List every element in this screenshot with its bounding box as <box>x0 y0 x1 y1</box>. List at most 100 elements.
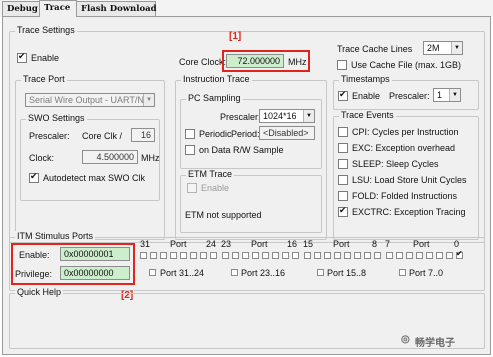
swo-clock-input[interactable]: 4.500000 <box>82 150 138 164</box>
itm-enable-bit-10[interactable] <box>354 252 361 259</box>
etm-enable-checkbox[interactable] <box>187 183 197 193</box>
event-label-exc: EXC: Exception overhead <box>352 143 456 153</box>
itm-enable-bit-27[interactable] <box>180 252 187 259</box>
itm-title: ITM Stimulus Ports <box>15 231 96 241</box>
itm-enable-bit-26[interactable] <box>190 252 197 259</box>
event-checkbox-exc[interactable] <box>338 143 348 153</box>
itm-enable-bit-0[interactable] <box>456 249 463 259</box>
trace-port-title: Trace Port <box>21 74 67 84</box>
event-checkbox-exctrc[interactable] <box>338 205 348 217</box>
itm-enable-bit-5[interactable] <box>406 252 413 259</box>
itm-enable-bit-9[interactable] <box>364 252 371 259</box>
autodetect-swo-checkbox[interactable] <box>29 171 39 183</box>
privilege-checkbox-15-8[interactable] <box>317 269 324 276</box>
timestamps-enable-checkbox[interactable] <box>338 89 348 101</box>
itm-enable-bit-22[interactable] <box>232 252 239 259</box>
privilege-checkbox-23-16[interactable] <box>231 269 238 276</box>
trace-cache-lines-select[interactable]: 2M ▼ <box>423 41 463 55</box>
chevron-down-icon: ▼ <box>143 94 154 106</box>
swo-prescaler-label: Prescaler: <box>29 131 70 141</box>
itm-enable-bit-29[interactable] <box>160 252 167 259</box>
itm-enable-bit-18[interactable] <box>272 252 279 259</box>
itm-port-word: Port <box>413 239 430 249</box>
itm-enable-bit-15[interactable] <box>304 252 311 259</box>
period-label: Period: <box>231 129 260 139</box>
trace-cache-lines-value: 2M <box>427 43 440 53</box>
periodic-label: Periodic <box>199 129 232 139</box>
event-checkbox-lsu[interactable] <box>338 175 348 185</box>
data-rw-sample-label: on Data R/W Sample <box>199 145 284 155</box>
timestamps-prescaler-label: Prescaler: <box>389 91 430 101</box>
itm-enable-bit-11[interactable] <box>344 252 351 259</box>
itm-bit-number: 31 <box>140 239 151 249</box>
swo-prescaler-input[interactable]: 16 <box>131 128 155 142</box>
etm-trace-title: ETM Trace <box>186 169 235 179</box>
itm-enable-bit-17[interactable] <box>282 252 289 259</box>
itm-port-word: Port <box>251 239 268 249</box>
privilege-checkbox-7-0[interactable] <box>399 269 406 276</box>
itm-enable-bit-21[interactable] <box>242 252 249 259</box>
timestamps-prescaler-value: 1 <box>437 90 443 100</box>
tab-label: Trace <box>44 3 71 13</box>
privilege-group-label: Port 23..16 <box>241 268 286 278</box>
annotation-box-1 <box>222 50 310 72</box>
quick-help-title: Quick Help <box>15 287 64 297</box>
use-cache-file-checkbox[interactable] <box>337 60 347 70</box>
itm-bit-number: 24 <box>206 239 217 249</box>
itm-bit-number: 7 <box>385 239 391 249</box>
itm-port-word: Port <box>333 239 350 249</box>
annotation-label-1: [1] <box>229 31 242 42</box>
itm-enable-bit-13[interactable] <box>324 252 331 259</box>
core-clock-label: Core Clock: <box>179 57 227 67</box>
quick-help-group: Quick Help <box>9 287 485 349</box>
itm-enable-bit-20[interactable] <box>252 252 259 259</box>
itm-enable-bit-3[interactable] <box>426 252 433 259</box>
itm-enable-bit-31[interactable] <box>140 252 147 259</box>
tab-label: Debug <box>7 4 38 14</box>
swo-clock-label: Clock: <box>29 153 55 163</box>
pc-prescaler-select[interactable]: 1024*16 ▼ <box>259 109 315 123</box>
itm-enable-bit-16[interactable] <box>292 252 299 259</box>
itm-enable-bit-4[interactable] <box>416 252 423 259</box>
itm-enable-bit-8[interactable] <box>374 252 381 259</box>
swo-clock-unit: MHz <box>141 153 160 163</box>
event-checkbox-sleep[interactable] <box>338 159 348 169</box>
autodetect-swo-label: Autodetect max SWO Clk <box>43 173 146 183</box>
itm-enable-bit-30[interactable] <box>150 252 157 259</box>
tab-debug[interactable]: Debug <box>2 1 40 16</box>
period-input[interactable]: <Disabled> <box>259 126 315 140</box>
itm-enable-bit-12[interactable] <box>334 252 341 259</box>
annotation-box-2 <box>11 243 135 285</box>
chevron-down-icon: ▼ <box>451 42 462 54</box>
trace-enable-checkbox[interactable] <box>17 51 27 63</box>
itm-enable-bit-6[interactable] <box>396 252 403 259</box>
trace-events-title: Trace Events <box>339 110 396 120</box>
periodic-checkbox[interactable] <box>185 129 195 139</box>
chevron-down-icon: ▼ <box>303 110 314 122</box>
privilege-checkbox-31-24[interactable] <box>149 269 156 276</box>
instruction-trace-title: Instruction Trace <box>181 74 252 84</box>
event-label-lsu: LSU: Load Store Unit Cycles <box>352 175 467 185</box>
itm-enable-bit-23[interactable] <box>222 252 229 259</box>
timestamps-title: Timestamps <box>339 74 392 84</box>
itm-enable-bit-25[interactable] <box>200 252 207 259</box>
itm-enable-bit-1[interactable] <box>446 252 453 259</box>
itm-enable-bit-24[interactable] <box>210 252 217 259</box>
event-label-fold: FOLD: Folded Instructions <box>352 191 458 201</box>
data-rw-sample-checkbox[interactable] <box>185 145 195 155</box>
privilege-group-label: Port 15..8 <box>327 268 367 278</box>
itm-enable-bit-28[interactable] <box>170 252 177 259</box>
event-checkbox-cpi[interactable] <box>338 127 348 137</box>
itm-enable-bit-7[interactable] <box>386 252 393 259</box>
use-cache-file-label: Use Cache File (max. 1GB) <box>351 60 462 70</box>
itm-enable-bit-19[interactable] <box>262 252 269 259</box>
itm-enable-bit-14[interactable] <box>314 252 321 259</box>
timestamps-prescaler-select[interactable]: 1 ▼ <box>433 88 461 102</box>
event-checkbox-fold[interactable] <box>338 191 348 201</box>
trace-port-select[interactable]: Serial Wire Output - UART/N ▼ <box>25 93 155 107</box>
tab-flash-download[interactable]: Flash Download <box>76 1 157 16</box>
privilege-group-label: Port 7..0 <box>409 268 444 278</box>
tab-trace[interactable]: Trace <box>39 0 77 17</box>
privilege-group-label: Port 31..24 <box>160 268 205 278</box>
itm-enable-bit-2[interactable] <box>436 252 443 259</box>
